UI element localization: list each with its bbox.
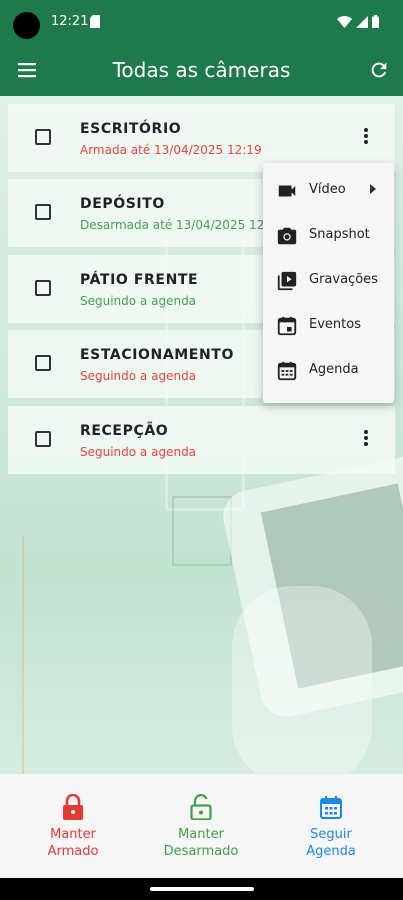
camera-name: ESTACIONAMENTO [80,347,234,363]
camera-status: Desarmada até 13/04/2025 12:19 [80,218,284,232]
background-decoration [172,496,232,566]
home-gesture-handle[interactable] [150,887,254,891]
camera-status: Seguindo a agenda [80,294,197,308]
battery-icon [372,15,379,28]
background-hand-image [232,586,372,774]
camera-name: PÁTIO FRENTE [80,272,199,288]
system-nav-bar [0,878,403,900]
calendar-icon [320,796,342,819]
lock-icon [63,794,83,820]
page-title: Todas as câmeras [112,58,291,82]
camera-name: DEPÓSITO [80,196,165,212]
menu-item-label: Eventos [309,317,361,332]
camera-icon [277,227,297,245]
bottom-action-label: Seguir Agenda [306,827,356,859]
menu-item-label: Agenda [309,362,359,377]
camera-checkbox[interactable] [35,355,51,371]
menu-item-video[interactable]: Vídeo [263,168,394,213]
event-icon [277,316,297,336]
camera-status: Seguindo a agenda [80,445,197,459]
follow-schedule-button[interactable]: Seguir Agenda [264,774,398,878]
camera-cutout [13,12,40,39]
camera-row-escritorio[interactable]: ESCRITÓRIO Armada até 13/04/2025 12:19 [8,104,395,172]
calendar-icon [277,361,297,381]
unlock-icon [190,794,212,820]
menu-item-label: Vídeo [309,182,346,197]
menu-item-agenda[interactable]: Agenda [263,348,394,393]
bottom-action-bar: Manter Armado Manter Desarmado Seguir Ag… [0,774,403,878]
camera-context-menu: Vídeo Snapshot Gravações Eventos Agenda [263,163,394,403]
camera-checkbox[interactable] [35,280,51,296]
keep-armed-button[interactable]: Manter Armado [6,774,140,878]
submenu-arrow-icon [370,184,376,194]
video-library-icon [277,271,297,291]
camera-row-recepcao[interactable]: RECEPÇÃO Seguindo a agenda [8,406,395,474]
camera-checkbox[interactable] [35,204,51,220]
menu-item-eventos[interactable]: Eventos [263,303,394,348]
menu-item-label: Gravações [309,272,378,287]
status-time: 12:21 [51,14,89,29]
status-icons [337,15,379,28]
keep-disarmed-button[interactable]: Manter Desarmado [134,774,268,878]
camera-name: ESCRITÓRIO [80,121,182,137]
refresh-icon[interactable] [368,59,390,81]
app-bar: Todas as câmeras [0,44,403,96]
camera-checkbox[interactable] [35,431,51,447]
camera-name: RECEPÇÃO [80,423,169,439]
sd-card-icon [90,15,100,28]
menu-item-snapshot[interactable]: Snapshot [263,213,394,258]
more-vert-icon[interactable] [363,128,369,146]
wifi-icon [337,15,352,28]
camera-status: Armada até 13/04/2025 12:19 [80,143,262,157]
camera-status: Seguindo a agenda [80,369,197,383]
bottom-action-label: Manter Armado [47,827,99,859]
more-vert-icon[interactable] [363,430,369,448]
menu-item-gravacoes[interactable]: Gravações [263,258,394,303]
videocam-icon [278,185,296,197]
signal-icon [356,15,368,28]
camera-checkbox[interactable] [35,129,51,145]
background-decoration [0,536,24,774]
bottom-action-label: Manter Desarmado [163,827,239,859]
menu-item-label: Snapshot [309,227,370,242]
status-bar: 12:21 [0,0,403,44]
